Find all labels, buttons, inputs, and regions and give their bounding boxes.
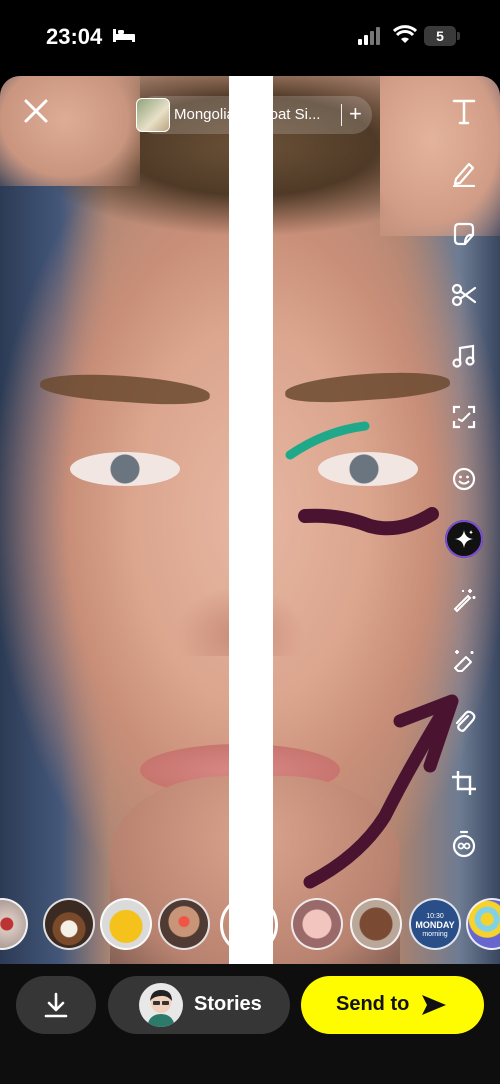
sound-pill[interactable]: Mongolian Throat Si... + [136,96,372,134]
scan-tool-button[interactable] [442,395,486,439]
wifi-icon [392,25,418,50]
stories-button[interactable]: Stories [108,976,290,1034]
send-to-label: Send to [336,993,410,1015]
sound-thumbnail [136,98,170,132]
timer-icon [452,830,476,858]
eraser-sparkle-icon [454,650,474,672]
monday-lens-day: MONDAY [415,920,455,930]
purple-stroke-eye [298,507,439,536]
stories-label: Stories [194,993,262,1015]
crop-icon [452,771,476,795]
bottom-action-bar: Stories Send to [0,964,500,1084]
music-icon [452,344,475,368]
music-tool-button[interactable] [442,334,486,378]
lens-eye[interactable] [0,898,28,950]
emoji-icon [452,467,476,491]
cellular-signal-icon [358,27,384,50]
lens-smiling-man[interactable] [350,898,402,950]
bitmoji-avatar [139,983,183,1027]
emoji-tool-button[interactable] [442,456,486,500]
ai-sparkle-icon [455,530,473,548]
lens-carousel[interactable]: 10:30 MONDAY morning [0,896,500,954]
sleep-bed-icon [112,26,136,49]
paperclip-icon [455,710,476,732]
magic-wand-tool-button[interactable] [442,578,486,622]
draw-tool-button[interactable] [442,151,486,195]
purple-arrow-stroke [303,697,455,889]
send-arrow-icon [422,995,446,1015]
capture-button[interactable] [220,896,278,954]
attachment-tool-button[interactable] [442,700,486,744]
lens-monday-morning[interactable]: 10:30 MONDAY morning [409,898,461,950]
scissors-icon [451,283,477,307]
text-tool-button[interactable] [442,90,486,134]
sticker-icon [453,222,475,246]
status-time: 23:04 [46,24,103,49]
sound-divider [341,104,342,126]
teal-stroke [285,421,370,460]
close-button[interactable] [22,97,50,125]
status-bar: 23:04 5 [0,0,500,72]
add-sound-button[interactable]: + [349,101,362,127]
text-icon [452,99,476,125]
lens-laughing-face[interactable] [43,898,95,950]
magic-wand-icon [453,589,476,613]
sticker-tool-button[interactable] [442,212,486,256]
lens-nerd-emoji[interactable] [100,898,152,950]
download-button[interactable] [16,976,96,1034]
battery-indicator: 5 [424,26,460,46]
crop-tool-button[interactable] [442,761,486,805]
drawing-overlay [285,421,459,889]
lens-sunglasses-man[interactable] [158,898,210,950]
monday-lens-sub: morning [422,931,448,938]
scan-icon [452,405,476,429]
ai-tool-button[interactable] [445,520,483,558]
lens-face-pink[interactable] [291,898,343,950]
pencil-icon [452,162,476,187]
monday-lens-time: 10:30 [426,913,444,920]
download-icon [44,992,68,1018]
sound-title: Mongolian Throat Si... [174,106,321,123]
lens-emoji-burst[interactable] [466,898,500,950]
send-to-button[interactable]: Send to [301,976,484,1034]
scissors-tool-button[interactable] [442,273,486,317]
timer-tool-button[interactable] [442,822,486,866]
close-icon [24,99,48,123]
eraser-tool-button[interactable] [442,639,486,683]
monday-lens-text: 10:30 MONDAY morning [411,900,459,939]
